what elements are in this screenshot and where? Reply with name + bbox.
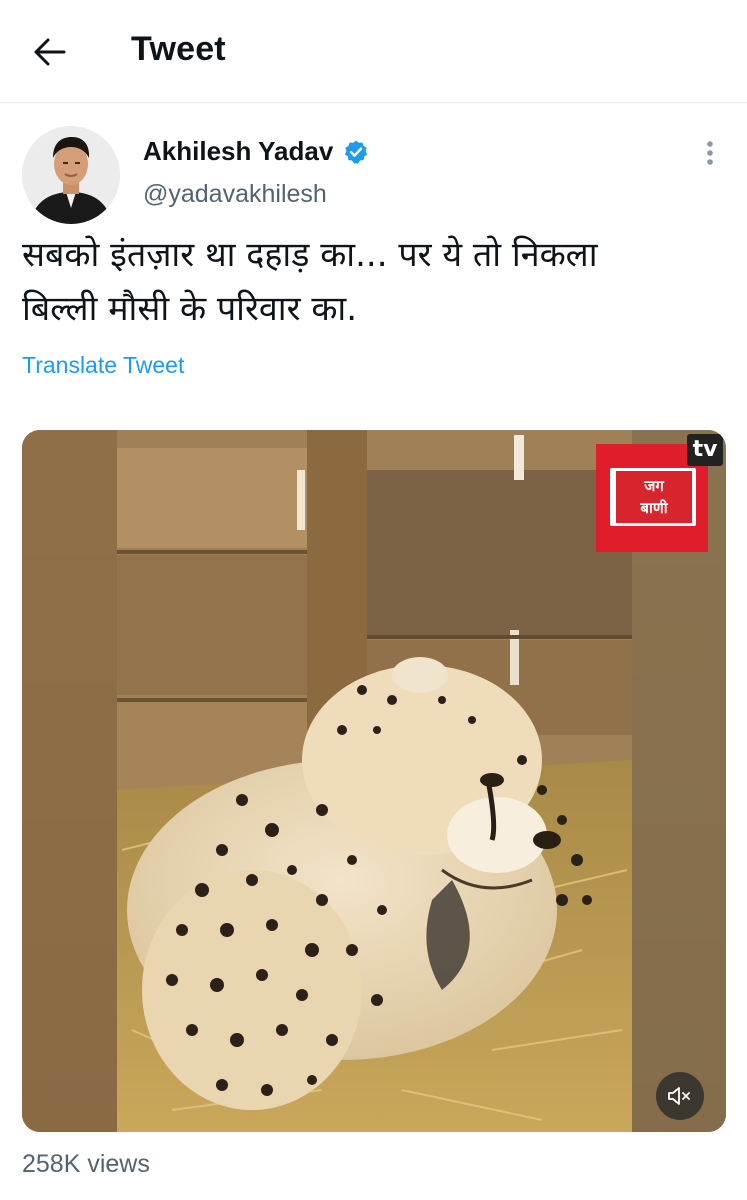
volume-muted-icon [668,1087,690,1105]
avatar[interactable] [22,126,120,224]
author-handle[interactable]: @yadavakhilesh [143,180,327,209]
translate-tweet-link[interactable]: Translate Tweet [22,352,184,379]
watermark-tv-label: tv [687,434,723,466]
tweet-text-line-1: सबको इंतज़ार था दहाड़ का... पर ये तो निक… [22,235,598,275]
more-options-button[interactable] [697,138,723,168]
tweet-text: सबको इंतज़ार था दहाड़ का... पर ये तो निक… [22,228,727,336]
more-vertical-icon [707,141,713,165]
watermark-line-2: बाणी [640,499,668,517]
author-name[interactable]: Akhilesh Yadav [143,136,369,167]
view-count: 258K views [22,1150,150,1178]
verified-badge-icon [343,139,369,165]
back-button[interactable] [30,32,70,72]
arrow-left-icon [34,38,66,66]
tweet-video[interactable]: जग बाणी tv [22,430,726,1132]
watermark-line-1: जग [644,477,664,495]
author-name-label[interactable]: Akhilesh Yadav [143,136,333,167]
mute-toggle-button[interactable] [656,1072,704,1120]
top-bar: Tweet [0,0,747,103]
tweet-text-line-2: बिल्ली मौसी के परिवार का. [22,289,358,329]
page-title: Tweet [131,30,226,68]
